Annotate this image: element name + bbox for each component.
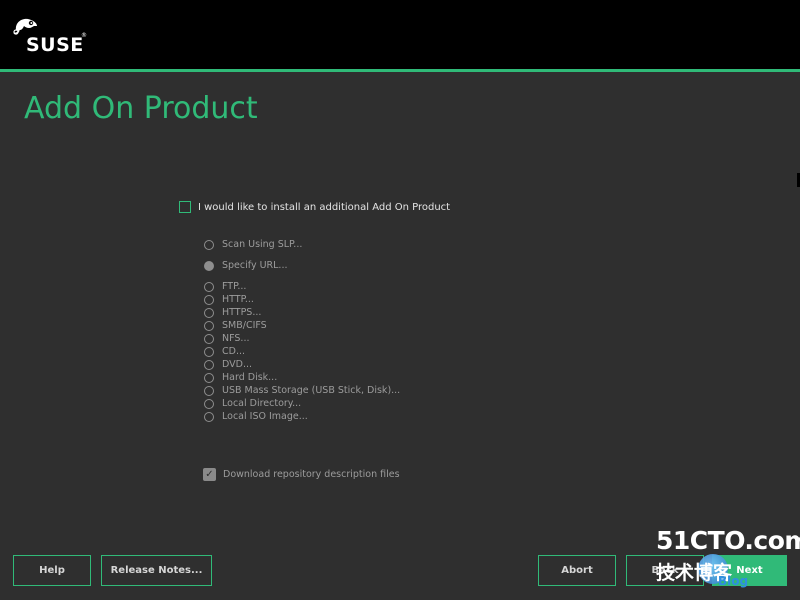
radio-label: Scan Using SLP... [222,239,303,250]
radio-label: NFS... [222,333,250,344]
radio-button[interactable] [204,398,214,409]
radio-dvd[interactable]: DVD... [204,359,252,370]
radio-http[interactable]: HTTP... [204,294,254,305]
release-notes-button[interactable]: Release Notes... [101,555,212,586]
radio-cd[interactable]: CD... [204,346,245,357]
page-title: Add On Product [24,91,258,126]
radio-button[interactable] [204,359,214,370]
radio-label: Specify URL... [222,260,288,271]
radio-label: Local Directory... [222,398,302,409]
radio-button[interactable] [204,320,214,331]
watermark-main-text: 51CTO.com [656,526,800,555]
radio-label: CD... [222,346,246,357]
radio-smb-cifs[interactable]: SMB/CIFS [204,320,267,331]
radio-usb-storage[interactable]: USB Mass Storage (USB Stick, Disk)... [204,385,400,396]
radio-button[interactable] [204,411,214,422]
radio-button[interactable] [204,294,214,305]
download-descriptions-label: Download repository description files [223,469,400,480]
radio-local-directory[interactable]: Local Directory... [204,398,301,409]
radio-label: FTP... [222,281,247,292]
radio-label: DVD... [222,359,253,370]
radio-button-selected[interactable] [204,260,214,271]
radio-label: SMB/CIFS [222,320,267,331]
brand-wordmark: SUSE [26,34,84,56]
radio-button[interactable] [204,346,214,357]
radio-label: HTTPS... [222,307,262,318]
radio-ftp[interactable]: FTP... [204,281,246,292]
install-addon-checkbox[interactable] [179,201,191,213]
radio-hard-disk[interactable]: Hard Disk... [204,372,277,383]
accent-line [0,69,800,72]
radio-button[interactable] [204,333,214,344]
download-descriptions-checkbox[interactable]: ✓ [203,468,216,481]
next-button[interactable]: Next [712,555,787,586]
radio-nfs[interactable]: NFS... [204,333,250,344]
trademark-symbol: ® [81,32,87,39]
top-bar: SUSE ® [0,0,800,69]
radio-button[interactable] [204,372,214,383]
install-addon-label: I would like to install an additional Ad… [198,201,451,213]
abort-button[interactable]: Abort [538,555,616,586]
install-addon-checkbox-row[interactable]: I would like to install an additional Ad… [179,201,450,213]
radio-button[interactable] [204,307,214,318]
radio-button[interactable] [204,385,214,396]
download-descriptions-checkbox-row[interactable]: ✓ Download repository description files [203,468,400,481]
back-button[interactable]: Back [626,555,704,586]
radio-scan-slp[interactable]: Scan Using SLP... [204,239,302,250]
radio-https[interactable]: HTTPS... [204,307,261,318]
chameleon-icon [13,18,37,35]
radio-button[interactable] [204,239,214,250]
help-button[interactable]: Help [13,555,91,586]
radio-label: USB Mass Storage (USB Stick, Disk)... [222,385,401,396]
radio-label: Hard Disk... [222,372,278,383]
radio-specify-url[interactable]: Specify URL... [204,260,288,271]
radio-button[interactable] [204,281,214,292]
radio-label: Local ISO Image... [222,411,308,422]
radio-label: HTTP... [222,294,254,305]
radio-local-iso[interactable]: Local ISO Image... [204,411,308,422]
